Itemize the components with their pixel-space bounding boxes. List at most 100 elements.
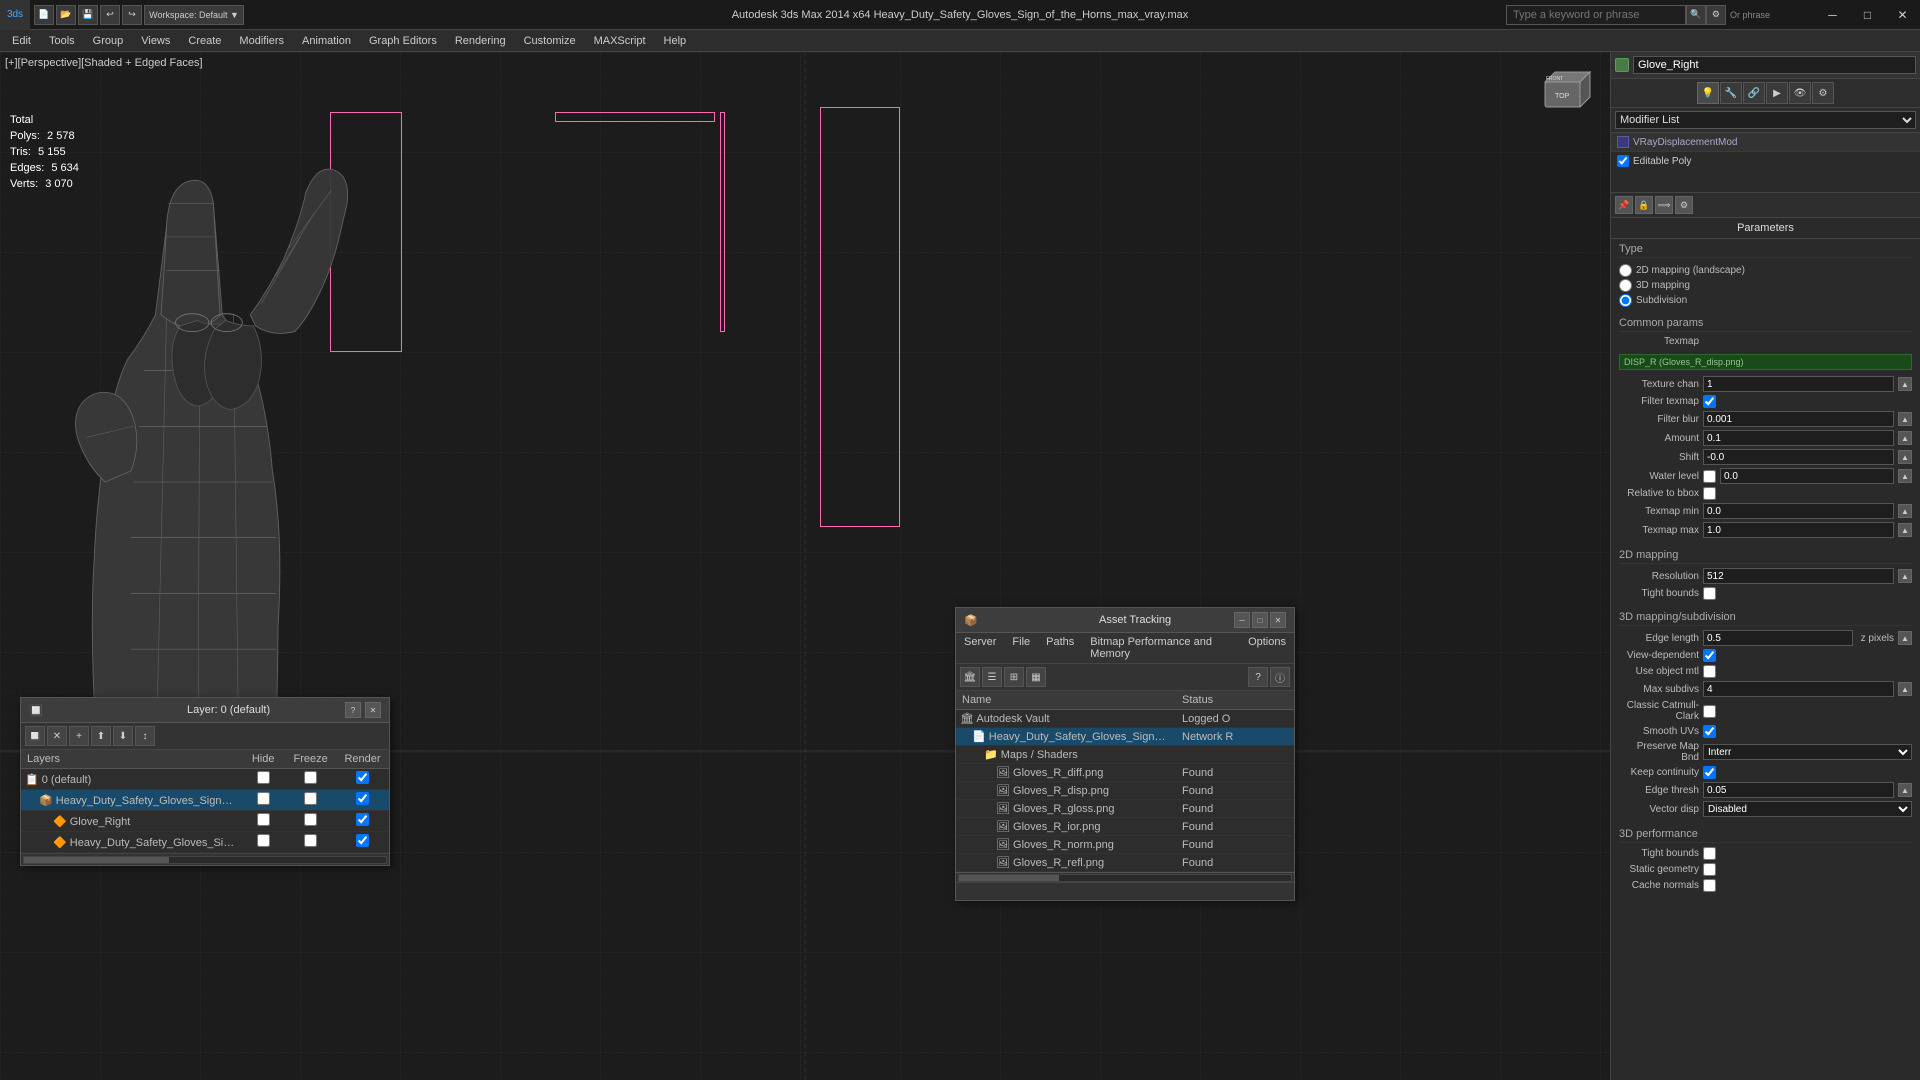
at-minimize-button[interactable]: ─ [1234, 612, 1250, 628]
panel-icon-display2[interactable]: 👁 [1789, 82, 1811, 104]
at-scrollbar-thumb[interactable] [959, 875, 1059, 881]
water-level-input[interactable] [1720, 468, 1894, 484]
menu-modifiers[interactable]: Modifiers [231, 33, 292, 49]
at-scrollbar[interactable] [956, 872, 1294, 882]
menu-tools[interactable]: Tools [41, 33, 83, 49]
search-input[interactable] [1506, 5, 1686, 25]
texmap-min-up[interactable]: ▲ [1898, 504, 1912, 518]
menu-graph-editors[interactable]: Graph Editors [361, 33, 445, 49]
menu-create[interactable]: Create [180, 33, 229, 49]
at-row-4[interactable]: 🖼 Gloves_R_disp.png Found [956, 782, 1294, 800]
modifier-editable-poly[interactable]: Editable Poly [1611, 152, 1920, 170]
layers-btn-1[interactable]: 🔲 [25, 726, 45, 746]
at-grid-btn[interactable]: ⊞ [1004, 667, 1024, 687]
at-menu-paths[interactable]: Paths [1038, 633, 1082, 663]
workspace-dropdown[interactable]: Workspace: Default ▼ [144, 5, 244, 25]
panel-icon-motion[interactable]: ▶ [1766, 82, 1788, 104]
resolution-input[interactable] [1703, 568, 1894, 584]
at-vault-btn[interactable]: 🏛 [960, 667, 980, 687]
layer-render-2[interactable] [356, 813, 369, 826]
layers-help-btn[interactable]: ? [345, 702, 361, 718]
panel-icon-display[interactable]: 💡 [1697, 82, 1719, 104]
type-radio-subdivision-input[interactable] [1619, 294, 1632, 307]
layer-freeze-2[interactable] [304, 813, 317, 826]
at-row-0[interactable]: 🏛 Autodesk Vault Logged O [956, 710, 1294, 728]
at-list-btn[interactable]: ☰ [982, 667, 1002, 687]
at-row-8[interactable]: 🖼 Gloves_R_refl.png Found [956, 854, 1294, 872]
menu-animation[interactable]: Animation [294, 33, 359, 49]
at-row-2[interactable]: 📁 Maps / Shaders [956, 746, 1294, 764]
at-info-btn[interactable]: ⓘ [1270, 667, 1290, 687]
layers-row-0[interactable]: 📋 0 (default) [21, 769, 389, 790]
layers-scrollbar-thumb[interactable] [24, 857, 169, 863]
at-menu-file[interactable]: File [1004, 633, 1038, 663]
filter-blur-up[interactable]: ▲ [1898, 412, 1912, 426]
water-level-checkbox[interactable] [1703, 470, 1716, 483]
layers-btn-3[interactable]: + [69, 726, 89, 746]
menu-help[interactable]: Help [656, 33, 695, 49]
max-subdivs-up[interactable]: ▲ [1898, 682, 1912, 696]
static-geometry-checkbox[interactable] [1703, 863, 1716, 876]
layer-hide-1[interactable] [257, 792, 270, 805]
menu-customize[interactable]: Customize [516, 33, 584, 49]
search-button[interactable]: 🔍 [1686, 5, 1706, 25]
filter-blur-input[interactable] [1703, 411, 1894, 427]
layers-row-3[interactable]: 🔶 Heavy_Duty_Safety_Gloves_Sign_of_the_H… [21, 832, 389, 853]
navigation-cube[interactable]: TOP FRONT [1530, 62, 1600, 132]
redo-button[interactable]: ↪ [122, 5, 142, 25]
at-scrollbar-track[interactable] [958, 874, 1292, 882]
undo-button[interactable]: ↩ [100, 5, 120, 25]
layer-render-1[interactable] [356, 792, 369, 805]
edge-thresh-input[interactable] [1703, 782, 1894, 798]
at-restore-button[interactable]: □ [1252, 612, 1268, 628]
lock-button[interactable]: 🔒 [1635, 196, 1653, 214]
texture-chan-up[interactable]: ▲ [1898, 377, 1912, 391]
open-button[interactable]: 📂 [56, 5, 76, 25]
menu-group[interactable]: Group [85, 33, 132, 49]
texture-chan-input[interactable] [1703, 376, 1894, 392]
vector-disp-select[interactable]: Disabled [1703, 801, 1912, 817]
cache-normals-checkbox[interactable] [1703, 879, 1716, 892]
texmap-min-input[interactable] [1703, 503, 1894, 519]
amount-up[interactable]: ▲ [1898, 431, 1912, 445]
layer-freeze-1[interactable] [304, 792, 317, 805]
object-color-swatch[interactable] [1615, 58, 1629, 72]
show-end-button[interactable]: ⟹ [1655, 196, 1673, 214]
at-row-1[interactable]: 📄 Heavy_Duty_Safety_Gloves_Sign_of_the_H… [956, 728, 1294, 746]
new-button[interactable]: 📄 [34, 5, 54, 25]
at-menu-server[interactable]: Server [956, 633, 1004, 663]
relative-bbox-checkbox[interactable] [1703, 487, 1716, 500]
texmap-button[interactable]: DISP_R (Gloves_R_disp.png) [1619, 354, 1912, 370]
menu-maxscript[interactable]: MAXScript [586, 33, 654, 49]
modifier-vray-disp[interactable]: VRayDisplacementMod [1611, 133, 1920, 152]
layer-hide-3[interactable] [257, 834, 270, 847]
at-row-7[interactable]: 🖼 Gloves_R_norm.png Found [956, 836, 1294, 854]
menu-views[interactable]: Views [133, 33, 178, 49]
at-row-3[interactable]: 🖼 Gloves_R_diff.png Found [956, 764, 1294, 782]
view-dependent-checkbox[interactable] [1703, 649, 1716, 662]
amount-input[interactable] [1703, 430, 1894, 446]
classic-catmull-checkbox[interactable] [1703, 705, 1716, 718]
layer-freeze-0[interactable] [304, 771, 317, 784]
minimize-button[interactable]: ─ [1815, 0, 1850, 30]
edge-length-up[interactable]: ▲ [1898, 631, 1912, 645]
shift-input[interactable] [1703, 449, 1894, 465]
layer-render-0[interactable] [356, 771, 369, 784]
panel-icon-modify[interactable]: 🔧 [1720, 82, 1742, 104]
smooth-uvs-checkbox[interactable] [1703, 725, 1716, 738]
panel-icon-hierarchy[interactable]: 🔗 [1743, 82, 1765, 104]
layers-btn-4[interactable]: ⬆ [91, 726, 111, 746]
type-radio-2d-input[interactable] [1619, 264, 1632, 277]
preserve-map-bnd-select[interactable]: Interr [1703, 744, 1912, 760]
at-table-btn[interactable]: ▦ [1026, 667, 1046, 687]
at-close-button[interactable]: ✕ [1270, 612, 1286, 628]
type-radio-3d-input[interactable] [1619, 279, 1632, 292]
layers-btn-5[interactable]: ⬇ [113, 726, 133, 746]
tight-bounds-perf-checkbox[interactable] [1703, 847, 1716, 860]
edge-thresh-up[interactable]: ▲ [1898, 783, 1912, 797]
viewport[interactable]: [+][Perspective][Shaded + Edged Faces] T… [0, 52, 1610, 1080]
tight-bounds-2d-checkbox[interactable] [1703, 587, 1716, 600]
modifier-list-dropdown[interactable]: Modifier List [1615, 111, 1916, 129]
use-object-mtl-checkbox[interactable] [1703, 665, 1716, 678]
at-menu-options[interactable]: Options [1240, 633, 1294, 663]
